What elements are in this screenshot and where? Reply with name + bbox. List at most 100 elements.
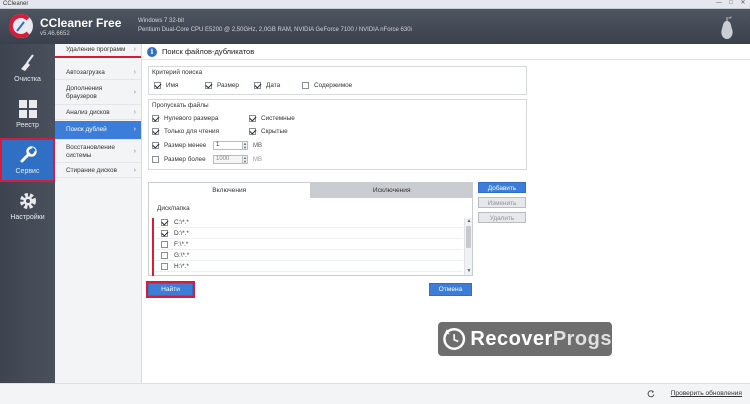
criteria-date-checkbox[interactable]: [254, 82, 261, 89]
subnav-item-label: Дополнения браузеров: [66, 84, 103, 100]
tab-exclude[interactable]: Исключения: [310, 182, 473, 198]
app-header: CCleaner Free v5.46.6652 Windows 7 32-bi…: [0, 9, 750, 44]
tools-subnav: Удаление программ › Автозагрузка › Допол…: [55, 44, 142, 383]
cancel-button[interactable]: Отмена: [429, 283, 472, 296]
wrench-icon: [20, 146, 37, 163]
window-controls: — □ ✕: [714, 0, 748, 7]
subnav-item-uninstall[interactable]: Удаление программ ›: [55, 44, 141, 58]
list-item[interactable]: G:\*.*: [154, 251, 463, 261]
skip-hidden-checkbox[interactable]: [249, 128, 256, 135]
chevron-right-icon: ›: [133, 46, 136, 53]
size-less-stepper[interactable]: ▲ ▼: [242, 141, 248, 150]
list-column-header: Диск/папка: [157, 205, 190, 212]
maximize-button[interactable]: □: [726, 0, 736, 7]
remove-button[interactable]: Удалить: [478, 212, 526, 223]
pear-icon: [721, 16, 733, 39]
system-info: Windows 7 32-bit Pentium Dual-Core CPU E…: [138, 17, 412, 35]
list-item-path: G:\*.*: [174, 252, 190, 259]
sidebar-item-tools[interactable]: Сервис: [0, 138, 55, 182]
list-item-checkbox[interactable]: [161, 219, 168, 226]
list-item-checkbox[interactable]: [161, 241, 168, 248]
registry-grid-icon: [18, 100, 37, 118]
sidebar-item-label: Настройки: [10, 214, 45, 221]
system-hardware: Pentium Dual-Core CPU E5200 @ 2,50GHz, 2…: [138, 27, 412, 33]
list-item[interactable]: D:\*.*: [154, 229, 463, 239]
scrollbar-thumb[interactable]: [466, 226, 471, 248]
subnav-item-label: Анализ дисков: [66, 108, 110, 116]
subnav-item-duplicate-finder[interactable]: Поиск дублей ›: [55, 121, 141, 140]
watermark-text: RecoverProgs: [470, 328, 612, 351]
watermark-part2: Progs: [552, 327, 612, 350]
ccleaner-logo-icon: [8, 14, 33, 38]
tab-include[interactable]: Включения: [148, 182, 311, 198]
criteria-content-checkbox[interactable]: [302, 82, 309, 89]
close-button[interactable]: ✕: [738, 0, 748, 7]
list-item[interactable]: H:\*.*: [154, 262, 463, 272]
edit-button[interactable]: Изменить: [478, 197, 526, 208]
list-item[interactable]: F:\*.*: [154, 240, 463, 250]
criteria-name-checkbox[interactable]: [154, 82, 161, 89]
watermark-part1: Recover: [470, 327, 553, 350]
minimize-button[interactable]: —: [714, 0, 724, 7]
skip-hidden-label: Скрытые: [261, 128, 288, 135]
chevron-right-icon: ›: [133, 147, 136, 155]
chevron-right-icon: ›: [133, 88, 136, 96]
sidebar: Очистка Реестр Сервис Настройки: [0, 44, 55, 383]
refresh-icon: [647, 390, 655, 398]
window-titlebar: CCleaner — □ ✕: [0, 0, 750, 9]
include-list: Диск/папка C:\*.* D:\*.* F:\*.* G:\*.* H…: [148, 198, 473, 276]
list-item-checkbox[interactable]: [161, 252, 168, 259]
list-scrollbar[interactable]: ▲ ▼: [464, 218, 472, 275]
subnav-item-label: Удаление программ: [66, 46, 126, 53]
criteria-date-label: Дата: [266, 82, 281, 89]
list-item[interactable]: C:\*.*: [154, 218, 463, 228]
list-item-path: H:\*.*: [174, 263, 189, 270]
size-less-unit: MB: [253, 143, 262, 149]
size-less-input[interactable]: 1 ▲ ▼: [213, 141, 248, 150]
criteria-content-label: Содержимое: [314, 82, 353, 89]
list-item-path: C:\*.*: [174, 219, 189, 226]
skip-system-label: Системные: [261, 115, 295, 122]
page-header: i Поиск файлов-дубликатов: [142, 44, 750, 60]
main-panel: i Поиск файлов-дубликатов Критерий поиск…: [142, 44, 750, 383]
criteria-size-label: Размер: [217, 82, 239, 89]
skip-size-more-checkbox[interactable]: [152, 156, 159, 163]
scroll-up-icon[interactable]: ▲: [465, 218, 473, 225]
list-item-checkbox[interactable]: [161, 263, 168, 270]
skip-zero-size-checkbox[interactable]: [152, 115, 159, 122]
skip-size-less-checkbox[interactable]: [152, 142, 159, 149]
skip-readonly-checkbox[interactable]: [152, 128, 159, 135]
criteria-name-label: Имя: [166, 82, 179, 89]
add-button[interactable]: Добавить: [478, 182, 526, 193]
chevron-right-icon: ›: [133, 68, 136, 76]
sidebar-item-cleaner[interactable]: Очистка: [0, 46, 55, 90]
sidebar-item-registry[interactable]: Реестр: [0, 92, 55, 136]
watermark-refresh-icon: [443, 328, 466, 350]
info-icon: i: [147, 46, 157, 57]
chevron-right-icon: ›: [133, 166, 136, 174]
skip-system-checkbox[interactable]: [249, 115, 256, 122]
find-button[interactable]: Найти: [146, 281, 195, 298]
subnav-item-label: Восстановление системы: [66, 143, 115, 159]
list-item-path: F:\*.*: [174, 241, 189, 248]
check-updates-link[interactable]: Проверить обновления: [671, 390, 742, 397]
broom-icon: [20, 54, 34, 71]
window-title: CCleaner: [3, 1, 29, 7]
list-item-checkbox[interactable]: [161, 230, 168, 237]
system-os: Windows 7 32-bit: [138, 18, 185, 24]
size-more-stepper[interactable]: ▲ ▼: [242, 155, 248, 164]
subnav-item-system-restore[interactable]: Восстановление системы ›: [55, 141, 141, 163]
include-list-rows: C:\*.* D:\*.* F:\*.* G:\*.* H:\*.*: [152, 218, 463, 276]
size-more-input[interactable]: 1000 ▲ ▼: [213, 155, 248, 164]
subnav-item-disk-analyzer[interactable]: Анализ дисков ›: [55, 106, 141, 120]
scroll-down-icon[interactable]: ▼: [465, 268, 473, 275]
subnav-item-startup[interactable]: Автозагрузка ›: [55, 66, 141, 80]
search-criteria-title: Критерий поиска: [152, 69, 202, 76]
chevron-right-icon: ›: [133, 126, 136, 133]
subnav-item-browser-plugins[interactable]: Дополнения браузеров ›: [55, 81, 141, 105]
size-more-value: 1000: [216, 156, 230, 162]
include-exclude-tabs: Включения Исключения: [148, 182, 473, 198]
criteria-size-checkbox[interactable]: [205, 82, 212, 89]
sidebar-item-settings[interactable]: Настройки: [0, 184, 55, 228]
subnav-item-drive-wiper[interactable]: Стирание дисков ›: [55, 164, 141, 178]
